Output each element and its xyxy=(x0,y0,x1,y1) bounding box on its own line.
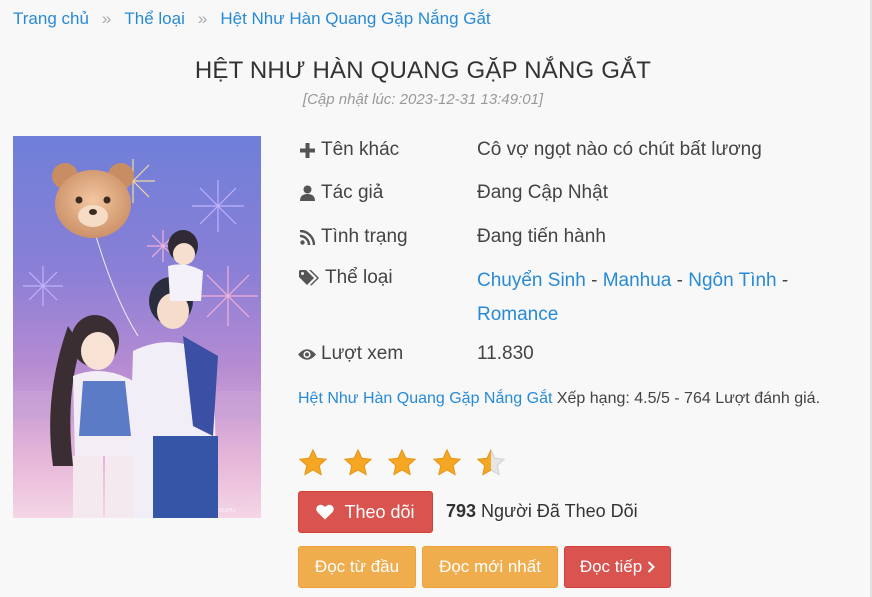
breadcrumb-category-link[interactable]: Thể loại xyxy=(124,9,184,29)
manga-cover-image[interactable]: SOHU xyxy=(13,136,261,518)
heart-icon xyxy=(316,504,335,520)
plus-icon xyxy=(298,141,316,159)
eye-icon xyxy=(298,345,316,363)
genre-separator: - xyxy=(676,270,683,291)
genre-list: Chuyển Sinh - Manhua - Ngôn Tình - Roman… xyxy=(477,264,817,332)
star-half-icon[interactable] xyxy=(476,448,506,478)
read-latest-label: Đọc mới nhất xyxy=(439,557,541,576)
genre-link[interactable]: Ngôn Tình xyxy=(688,270,776,291)
rss-icon xyxy=(298,228,316,246)
author-label: Tác giả xyxy=(321,182,384,203)
user-icon xyxy=(298,184,316,202)
breadcrumb: Trang chủ » Thể loại » Hệt Như Hàn Quang… xyxy=(13,9,491,29)
read-first-button[interactable]: Đọc từ đầu xyxy=(298,546,416,588)
follower-count-number: 793 xyxy=(446,501,477,521)
breadcrumb-separator: » xyxy=(101,9,112,28)
chevron-right-icon xyxy=(647,561,656,573)
other-name-label: Tên khác xyxy=(321,139,400,160)
rating-summary: Hệt Như Hàn Quang Gặp Nắng Gắt Xếp hạng:… xyxy=(298,387,846,411)
rating-text: Xếp hạng: 4.5/5 - 764 Lượt đánh giá. xyxy=(552,390,821,407)
star-icon[interactable] xyxy=(298,448,328,478)
other-name-value: Cô vợ ngọt nào có chút bất lương xyxy=(477,139,762,160)
views-label-row: Lượt xem xyxy=(298,343,403,365)
read-continue-label: Đọc tiếp xyxy=(579,557,643,576)
genre-separator: - xyxy=(781,270,789,291)
status-label: Tình trạng xyxy=(321,226,408,247)
follower-count: 793 Người Đã Theo Dõi xyxy=(446,501,638,522)
tags-icon xyxy=(298,269,320,287)
follower-count-text: Người Đã Theo Dõi xyxy=(476,501,638,521)
star-rating[interactable] xyxy=(298,448,521,478)
read-continue-button[interactable]: Đọc tiếp xyxy=(564,546,671,588)
status-label-row: Tình trạng xyxy=(298,226,408,248)
genre-separator: - xyxy=(591,270,598,291)
breadcrumb-separator: » xyxy=(197,9,208,28)
views-value: 11.830 xyxy=(477,343,534,364)
star-icon[interactable] xyxy=(387,448,417,478)
star-icon[interactable] xyxy=(343,448,373,478)
author-label-row: Tác giả xyxy=(298,182,383,204)
genres-label-row: Thể loại xyxy=(298,267,393,289)
star-icon[interactable] xyxy=(432,448,462,478)
breadcrumb-current-link[interactable]: Hệt Như Hàn Quang Gặp Nắng Gắt xyxy=(220,9,490,29)
status-value: Đang tiến hành xyxy=(477,226,606,247)
rating-title-link[interactable]: Hệt Như Hàn Quang Gặp Nắng Gắt xyxy=(298,390,552,407)
follow-button[interactable]: Theo dõi xyxy=(298,491,433,533)
genre-link[interactable]: Romance xyxy=(477,304,558,325)
other-name-label-row: Tên khác xyxy=(298,139,399,161)
page-title: HỆT NHƯ HÀN QUANG GẶP NẮNG GẮT xyxy=(194,57,652,84)
read-first-label: Đọc từ đầu xyxy=(314,557,400,576)
genres-label: Thể loại xyxy=(325,267,393,288)
read-latest-button[interactable]: Đọc mới nhất xyxy=(422,546,558,588)
svg-text:SOHU: SOHU xyxy=(218,508,235,514)
updated-timestamp: [Cập nhật lúc: 2023-12-31 13:49:01] xyxy=(302,91,544,108)
breadcrumb-home-link[interactable]: Trang chủ xyxy=(13,9,89,29)
follow-button-label: Theo dõi xyxy=(344,501,415,522)
author-value: Đang Cập Nhật xyxy=(477,182,608,203)
views-label: Lượt xem xyxy=(321,343,404,364)
genre-link[interactable]: Chuyển Sinh xyxy=(477,270,586,291)
genre-link[interactable]: Manhua xyxy=(603,270,672,291)
